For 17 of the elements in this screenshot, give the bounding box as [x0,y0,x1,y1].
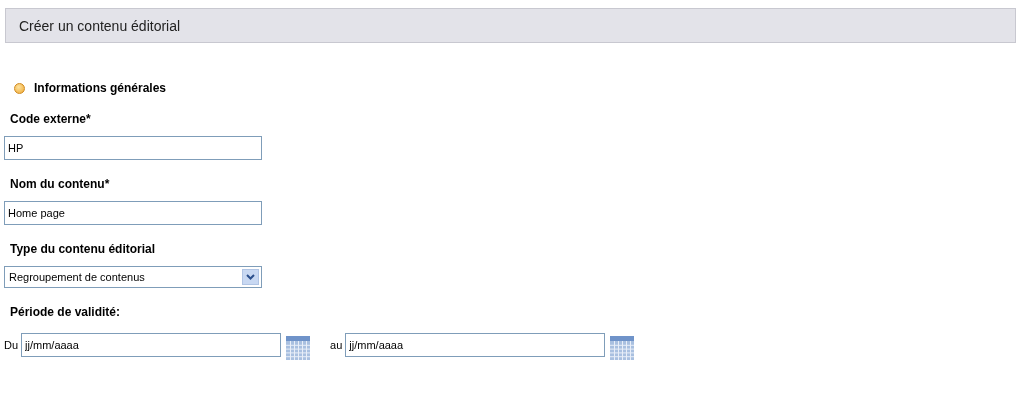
bullet-icon [14,82,25,94]
page-title: Créer un contenu éditorial [19,17,181,34]
field-label: Nom du contenu* [10,177,111,191]
field-label: Période de validité: [10,305,122,319]
dropdown[interactable]: Regroupement de contenus [4,266,262,288]
input-field[interactable]: Home page [4,201,262,225]
section-title: Informations générales [34,81,167,95]
field-label: Code externe* [10,112,92,126]
date-label: au [330,338,343,351]
input-field[interactable]: HP [4,136,262,160]
input-field[interactable]: jj/mm/aaaa [21,332,282,357]
field-label: Type du contenu éditorial [10,242,157,256]
caret-icon[interactable] [242,269,259,285]
input-field[interactable]: jj/mm/aaaa [345,332,606,357]
calendar-icon[interactable] [286,336,311,360]
calendar-icon[interactable] [610,336,635,360]
date-label: Du [4,338,19,351]
